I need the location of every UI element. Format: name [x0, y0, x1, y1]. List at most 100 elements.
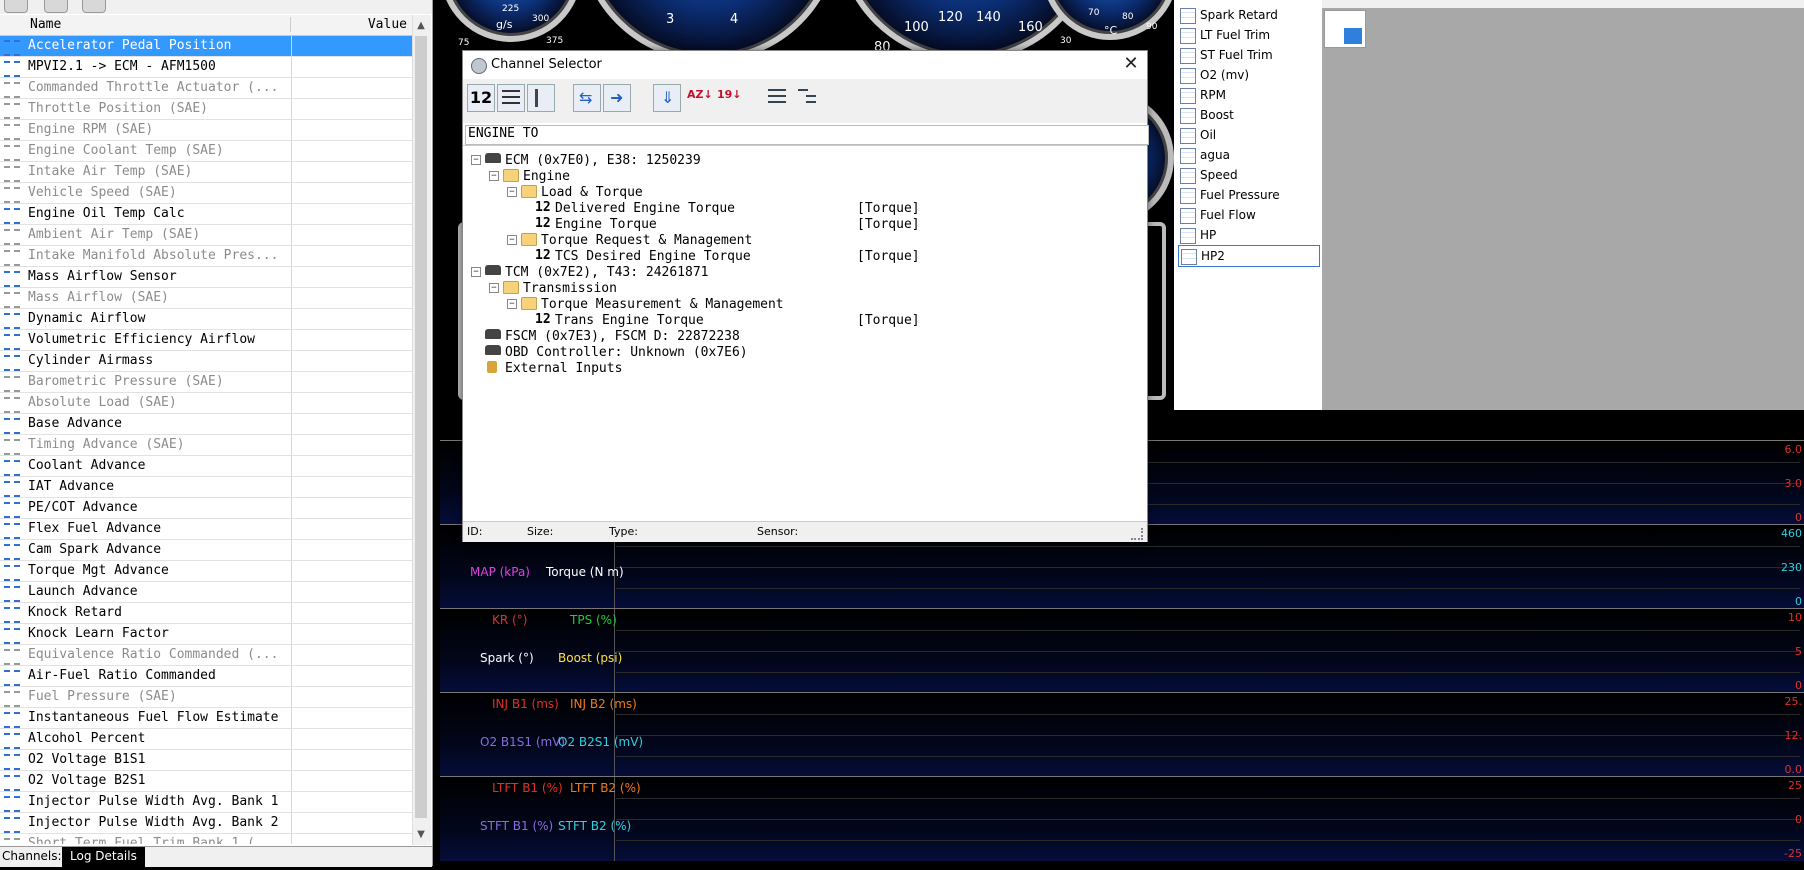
channel-row[interactable]: Accelerator Pedal Position	[0, 36, 412, 57]
data-chart[interactable]: KR (°) TPS (%) Spark (°) Boost (psi) 10 5 0	[440, 608, 1804, 693]
channel-row[interactable]: Equivalence Ratio Commanded (...	[0, 645, 412, 666]
channel-row[interactable]: Instantaneous Fuel Flow Estimate	[0, 708, 412, 729]
dashboard-list-item[interactable]: Spark Retard	[1178, 5, 1318, 25]
tree-node-fscm[interactable]: FSCM (0x7E3), FSCM D: 22872238	[471, 328, 1071, 344]
dashboard-list-item[interactable]: Oil	[1178, 125, 1318, 145]
channel-row[interactable]: Mass Airflow (SAE)	[0, 288, 412, 309]
channel-search-input[interactable]: ENGINE TO	[465, 125, 1149, 145]
channel-row[interactable]: Knock Learn Factor	[0, 624, 412, 645]
channel-row[interactable]: MPVI2.1 -> ECM - AFM1500	[0, 57, 412, 78]
channel-row[interactable]: Short Term Fuel Trim Bank 1 (...	[0, 834, 412, 844]
dashboard-list-item[interactable]: HP	[1178, 225, 1318, 245]
collapse-toggle-icon[interactable]: −	[507, 235, 517, 245]
channel-row[interactable]: PE/COT Advance	[0, 498, 412, 519]
channel-row[interactable]: Mass Airflow Sensor	[0, 267, 412, 288]
log-details-tab[interactable]: Log Details	[62, 847, 145, 870]
filter-button[interactable]	[527, 84, 555, 112]
tree-node-external-inputs[interactable]: External Inputs	[471, 360, 1071, 376]
channel-row[interactable]: Barometric Pressure (SAE)	[0, 372, 412, 393]
data-chart[interactable]: INJ B1 (ms) INJ B2 (ms) O2 B1S1 (mV) O2 B2S…	[440, 692, 1804, 777]
channel-row[interactable]: Coolant Advance	[0, 456, 412, 477]
tree-node-trans-engine-torque[interactable]: 12 Trans Engine Torque [Torque]	[525, 312, 1125, 329]
tree-node-engine-torque[interactable]: 12 Engine Torque [Torque]	[525, 216, 1125, 233]
channel-row[interactable]: Flex Fuel Advance	[0, 519, 412, 540]
collapse-all-button[interactable]	[793, 84, 821, 112]
channel-row[interactable]: Torque Mgt Advance	[0, 561, 412, 582]
channel-row[interactable]: Launch Advance	[0, 582, 412, 603]
list-view-button[interactable]	[497, 84, 525, 112]
channel-row[interactable]: IAT Advance	[0, 477, 412, 498]
collapse-toggle-icon[interactable]: −	[489, 283, 499, 293]
channel-row[interactable]: Engine Oil Temp Calc	[0, 204, 412, 225]
dashboard-list-item[interactable]: Fuel Flow	[1178, 205, 1318, 225]
camera-icon[interactable]	[44, 0, 68, 13]
close-button[interactable]: ✕	[1119, 53, 1143, 75]
channel-row[interactable]: Injector Pulse Width Avg. Bank 1	[0, 792, 412, 813]
dashboard-list-item[interactable]: RPM	[1178, 85, 1318, 105]
add-channel-icon[interactable]	[82, 0, 106, 13]
channel-row[interactable]: O2 Voltage B1S1	[0, 750, 412, 771]
tree-node-ecm[interactable]: − ECM (0x7E0), E38: 1250239	[471, 152, 1071, 168]
sort-default-button[interactable]: ⇓	[653, 84, 681, 112]
tree-node-transmission[interactable]: − Transmission	[489, 280, 889, 296]
column-name-header[interactable]: Name	[30, 17, 61, 32]
settings-gear-icon[interactable]	[4, 0, 28, 13]
dashboard-list-item[interactable]: Fuel Pressure	[1178, 185, 1318, 205]
dialog-titlebar[interactable]: Channel Selector ✕	[463, 51, 1147, 79]
collapse-toggle-icon[interactable]: −	[507, 187, 517, 197]
navigate-forward-button[interactable]: ➜	[603, 84, 631, 112]
collapse-toggle-icon[interactable]: −	[489, 171, 499, 181]
channel-row[interactable]: Engine RPM (SAE)	[0, 120, 412, 141]
collapse-toggle-icon[interactable]: −	[471, 155, 481, 165]
dashboard-list-item[interactable]: agua	[1178, 145, 1318, 165]
channel-row[interactable]: Intake Air Temp (SAE)	[0, 162, 412, 183]
dashboard-list-item[interactable]: Boost	[1178, 105, 1318, 125]
channel-row[interactable]: Ambient Air Temp (SAE)	[0, 225, 412, 246]
channel-row[interactable]: Cam Spark Advance	[0, 540, 412, 561]
tree-node-load-torque[interactable]: − Load & Torque	[507, 184, 907, 200]
tree-node-delivered-engine-torque[interactable]: 12 Delivered Engine Torque [Torque]	[525, 200, 1125, 217]
channel-row[interactable]: Volumetric Efficiency Airflow	[0, 330, 412, 351]
channel-row[interactable]: Alcohol Percent	[0, 729, 412, 750]
channel-row[interactable]: Absolute Load (SAE)	[0, 393, 412, 414]
dashboard-list-item[interactable]: Speed	[1178, 165, 1318, 185]
dashboard-list-item[interactable]: ST Fuel Trim	[1178, 45, 1318, 65]
column-value-header[interactable]: Value	[290, 17, 407, 32]
dashboard-list-item[interactable]: O2 (mv)	[1178, 65, 1318, 85]
tree-node-tcs-torque[interactable]: 12 TCS Desired Engine Torque [Torque]	[525, 248, 1125, 265]
channel-row[interactable]: Intake Manifold Absolute Pres...	[0, 246, 412, 267]
scroll-down-icon[interactable]: ▼	[414, 829, 428, 841]
collapse-toggle-icon[interactable]: −	[507, 299, 517, 309]
channel-row[interactable]: Air-Fuel Ratio Commanded	[0, 666, 412, 687]
channel-row[interactable]: Cylinder Airmass	[0, 351, 412, 372]
channels-tab[interactable]: Channels:	[2, 849, 62, 863]
channel-row[interactable]: Timing Advance (SAE)	[0, 435, 412, 456]
scrollbar-thumb[interactable]	[415, 36, 427, 818]
channel-row[interactable]: Knock Retard	[0, 603, 412, 624]
scroll-up-icon[interactable]: ▲	[414, 20, 428, 32]
channel-row[interactable]: Base Advance	[0, 414, 412, 435]
channel-row[interactable]: Dynamic Airflow	[0, 309, 412, 330]
dashboard-list-item[interactable]: LT Fuel Trim	[1178, 25, 1318, 45]
expand-all-button[interactable]	[763, 84, 791, 112]
channel-row[interactable]: Fuel Pressure (SAE)	[0, 687, 412, 708]
channel-row[interactable]: O2 Voltage B2S1	[0, 771, 412, 792]
channel-row[interactable]: Engine Coolant Temp (SAE)	[0, 141, 412, 162]
tree-node-tcm[interactable]: − TCM (0x7E2), T43: 24261871	[471, 264, 1071, 280]
sort-numeric-button[interactable]: 19↓	[713, 84, 742, 112]
channel-row[interactable]: Throttle Position (SAE)	[0, 99, 412, 120]
data-chart[interactable]: LTFT B1 (%) LTFT B2 (%) STFT B1 (%) STFT B2…	[440, 776, 1804, 861]
tree-node-torque-measurement[interactable]: − Torque Measurement & Management	[507, 296, 1007, 312]
navigate-back-button[interactable]: ⇆	[573, 84, 601, 112]
table-cell-selected[interactable]	[1344, 28, 1362, 44]
channel-row[interactable]: Injector Pulse Width Avg. Bank 2	[0, 813, 412, 834]
tree-node-torque-request[interactable]: − Torque Request & Management	[507, 232, 1007, 248]
channel-row[interactable]: Vehicle Speed (SAE)	[0, 183, 412, 204]
resize-grip-icon[interactable]	[1131, 528, 1143, 540]
channel-row[interactable]: Commanded Throttle Actuator (...	[0, 78, 412, 99]
dashboard-list-item[interactable]: HP2	[1178, 245, 1320, 267]
numeric-view-button[interactable]: 12	[467, 84, 495, 112]
tree-node-obd[interactable]: OBD Controller: Unknown (0x7E6)	[471, 344, 1071, 360]
sort-alpha-button[interactable]: AZ↓	[683, 84, 713, 112]
tree-node-engine[interactable]: − Engine	[489, 168, 889, 184]
